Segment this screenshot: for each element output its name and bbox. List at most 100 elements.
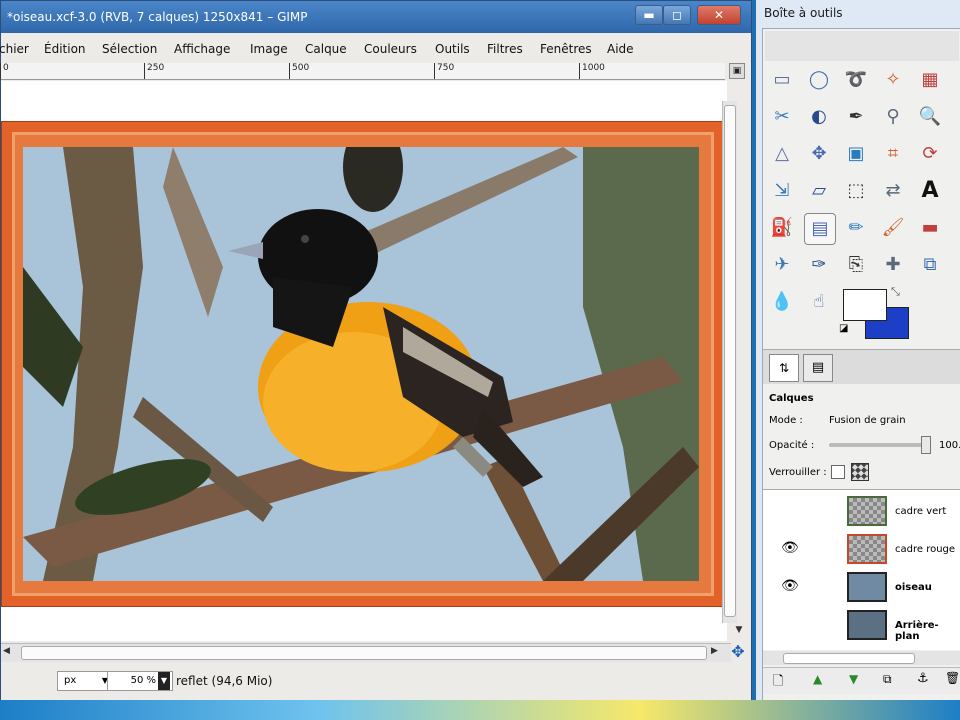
menu-view[interactable]: Affichage bbox=[174, 42, 230, 56]
toolbox-header-strip bbox=[765, 31, 959, 61]
unit-value: px bbox=[64, 675, 77, 686]
title-bar[interactable]: *oiseau.xcf-3.0 (RVB, 7 calques) 1250x84… bbox=[1, 1, 751, 33]
opacity-slider[interactable] bbox=[829, 436, 931, 454]
opacity-label: Opacité : bbox=[769, 440, 815, 451]
layer-name: oiseau bbox=[895, 582, 932, 593]
raise-layer-icon[interactable]: ▲ bbox=[813, 672, 822, 686]
blend-icon[interactable]: ▤ bbox=[804, 213, 836, 245]
heal-icon[interactable]: ✚ bbox=[878, 250, 908, 280]
color-select-icon[interactable]: ▦ bbox=[915, 65, 945, 95]
delete-layer-icon[interactable]: 🗑 bbox=[945, 671, 960, 685]
rotate-icon[interactable]: ⟳ bbox=[915, 139, 945, 169]
horizontal-ruler: 0 250 500 750 1000 ▣ bbox=[0, 63, 745, 80]
layer-name: Arrière-plan bbox=[895, 620, 939, 642]
layer-row[interactable]: cadre vert bbox=[763, 494, 960, 530]
zoom-icon[interactable]: 🔍 bbox=[915, 102, 945, 132]
menu-help[interactable]: Aide bbox=[607, 42, 634, 56]
layers-scrollbar[interactable] bbox=[763, 651, 960, 665]
bucket-fill-icon[interactable]: ⛽ bbox=[767, 213, 797, 243]
pencil-icon[interactable]: ✏ bbox=[841, 213, 871, 243]
scissors-icon[interactable]: ✂ bbox=[767, 102, 797, 132]
navigation-move-icon[interactable]: ✥ bbox=[729, 643, 747, 661]
foreground-select-icon[interactable]: ◐ bbox=[804, 102, 834, 132]
ruler-tick: 0 bbox=[0, 63, 9, 79]
menu-colors[interactable]: Couleurs bbox=[364, 42, 417, 56]
unit-select[interactable]: px ▼ bbox=[57, 671, 113, 691]
duplicate-layer-icon[interactable]: ⧉ bbox=[883, 672, 892, 687]
chevron-down-icon: ▼ bbox=[158, 672, 170, 690]
minimize-button[interactable]: ▬ bbox=[635, 5, 663, 25]
crop-icon[interactable]: ⌗ bbox=[878, 139, 908, 169]
layer-row[interactable]: Arrière-plan bbox=[763, 608, 960, 644]
lower-layer-icon[interactable]: ▼ bbox=[849, 672, 858, 686]
menu-filters[interactable]: Filtres bbox=[487, 42, 523, 56]
perspective-icon[interactable]: ⬚ bbox=[841, 176, 871, 206]
menu-select[interactable]: Sélection bbox=[102, 42, 157, 56]
scroll-down-arrow-icon[interactable]: ▼ bbox=[733, 625, 745, 639]
default-colors-icon[interactable]: ◪ bbox=[839, 323, 848, 334]
lock-pixels-checkbox[interactable] bbox=[831, 465, 845, 479]
rect-select-icon[interactable]: ▭ bbox=[767, 65, 797, 95]
scroll-left-arrow-icon[interactable]: ◀ bbox=[3, 646, 10, 656]
color-swatches: ⤡ ◪ bbox=[839, 285, 913, 341]
text-icon[interactable]: A bbox=[915, 176, 945, 206]
maximize-button[interactable]: ◻ bbox=[663, 5, 691, 25]
eye-icon[interactable]: 👁 bbox=[781, 540, 799, 556]
menu-edit[interactable]: Édition bbox=[44, 42, 86, 56]
layer-row[interactable]: 👁 cadre rouge bbox=[763, 532, 960, 568]
perspective-clone-icon[interactable]: ⧉ bbox=[915, 250, 945, 280]
paths-icon[interactable]: ✒ bbox=[841, 102, 871, 132]
smudge-icon[interactable]: ☝ bbox=[804, 287, 834, 317]
vertical-scroll-thumb[interactable] bbox=[724, 105, 736, 617]
fuzzy-select-icon[interactable]: ✧ bbox=[878, 65, 908, 95]
layers-scroll-thumb[interactable] bbox=[783, 653, 915, 664]
vertical-scrollbar[interactable] bbox=[722, 101, 737, 623]
ruler-tick: 750 bbox=[433, 63, 455, 79]
mode-select[interactable]: Fusion de grain bbox=[829, 415, 906, 426]
ink-icon[interactable]: ✑ bbox=[804, 250, 834, 280]
shear-icon[interactable]: ▱ bbox=[804, 176, 834, 206]
clone-icon[interactable]: ⎘ bbox=[841, 250, 871, 280]
layer-thumbnail bbox=[847, 496, 887, 526]
eraser-icon[interactable]: ▬ bbox=[915, 213, 945, 243]
zoom-select[interactable]: 50 % ▼ bbox=[107, 671, 173, 691]
menu-image[interactable]: Image bbox=[250, 42, 288, 56]
color-picker-icon[interactable]: ⚲ bbox=[878, 102, 908, 132]
menu-tools[interactable]: Outils bbox=[435, 42, 470, 56]
align-icon[interactable]: ▣ bbox=[841, 139, 871, 169]
layers-dialog: Calques Mode : Fusion de grain Opacité :… bbox=[763, 385, 960, 695]
layer-thumbnail bbox=[847, 610, 887, 640]
layers-tab-icon[interactable]: ▤ bbox=[803, 354, 833, 382]
foreground-color-swatch[interactable] bbox=[843, 289, 887, 321]
blur-icon[interactable]: 💧 bbox=[767, 287, 797, 317]
menu-file[interactable]: chier bbox=[0, 42, 29, 56]
opacity-value[interactable]: 100. bbox=[939, 440, 960, 451]
navigate-icon[interactable]: ▣ bbox=[729, 63, 745, 79]
measure-icon[interactable]: △ bbox=[767, 139, 797, 169]
move-icon[interactable]: ✥ bbox=[804, 139, 834, 169]
eye-icon[interactable]: 👁 bbox=[781, 578, 799, 594]
scale-icon[interactable]: ⇲ bbox=[767, 176, 797, 206]
airbrush-icon[interactable]: ✈ bbox=[767, 250, 797, 280]
menu-layer[interactable]: Calque bbox=[305, 42, 347, 56]
ellipse-select-icon[interactable]: ◯ bbox=[804, 65, 834, 95]
paintbrush-icon[interactable]: 🖌 bbox=[878, 213, 908, 243]
status-bar: px ▼ 50 % ▼ reflet (94,6 Mio) bbox=[1, 665, 751, 701]
menu-windows[interactable]: Fenêtres bbox=[540, 42, 592, 56]
opacity-slider-handle[interactable] bbox=[921, 436, 931, 454]
horizontal-scroll-thumb[interactable] bbox=[21, 646, 707, 660]
layer-row[interactable]: 👁 oiseau bbox=[763, 570, 960, 606]
swap-colors-icon[interactable]: ⤡ bbox=[891, 285, 900, 299]
lock-alpha-icon[interactable] bbox=[851, 463, 869, 481]
anchor-layer-icon[interactable]: ⚓ bbox=[917, 671, 929, 686]
horizontal-scrollbar[interactable]: ◀ ▶ bbox=[1, 643, 731, 662]
flip-icon[interactable]: ⇄ bbox=[878, 176, 908, 206]
tool-options-tab-icon[interactable]: ⇅ bbox=[769, 354, 799, 382]
menu-bar: chier Édition Sélection Affichage Image … bbox=[0, 39, 751, 61]
layer-name: cadre vert bbox=[895, 506, 947, 517]
status-message: reflet (94,6 Mio) bbox=[176, 674, 273, 688]
lasso-icon[interactable]: ➰ bbox=[841, 65, 871, 95]
scroll-right-arrow-icon[interactable]: ▶ bbox=[711, 646, 718, 656]
close-button[interactable]: ✕ bbox=[697, 5, 741, 25]
new-layer-icon[interactable]: 🗋 bbox=[773, 672, 783, 694]
